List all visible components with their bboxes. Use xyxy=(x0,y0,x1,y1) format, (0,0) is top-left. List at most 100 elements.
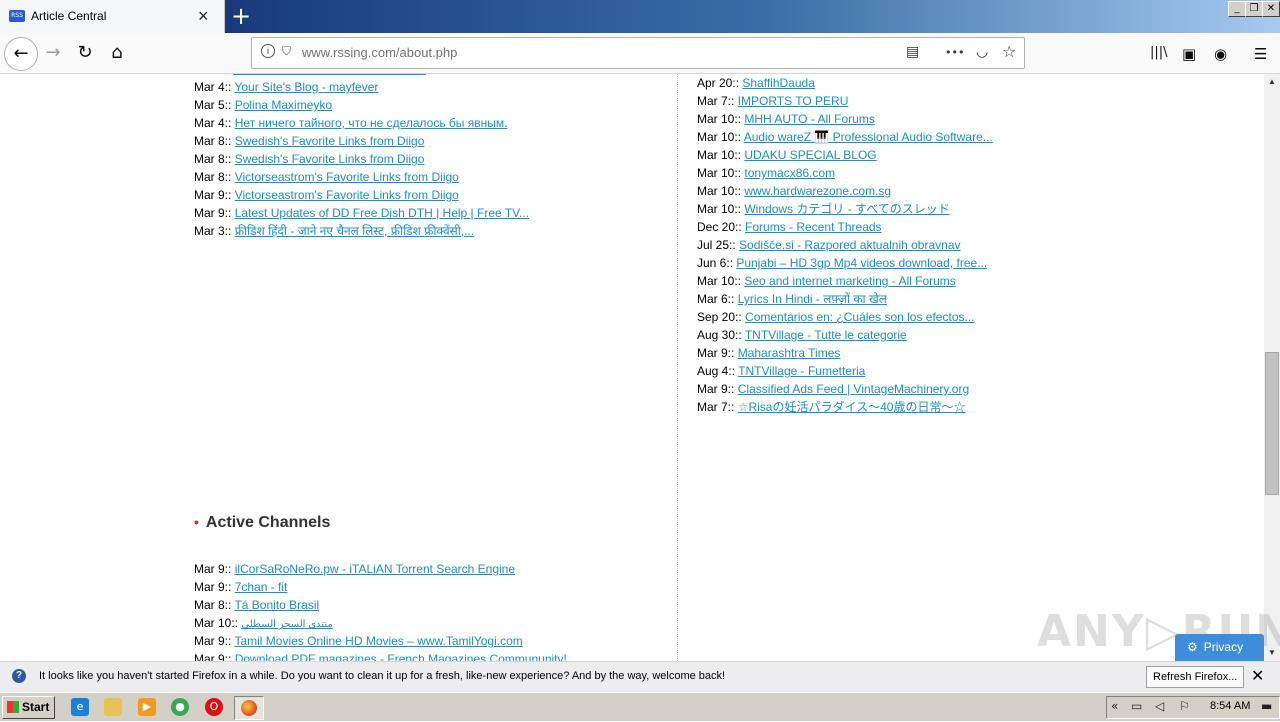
feed-date: Mar 3:: xyxy=(194,224,232,238)
feed-link[interactable]: Swedish's Favorite Links from Diigo xyxy=(235,152,425,166)
feed-link[interactable]: Windows カテゴリ - すべてのスレッド xyxy=(744,202,949,216)
url-text[interactable]: www.rssing.com/about.php xyxy=(302,45,457,60)
refresh-firefox-button[interactable]: Refresh Firefox... xyxy=(1146,666,1245,688)
sidebar-icon[interactable]: ▣ xyxy=(1182,45,1196,63)
reader-view-icon[interactable]: ▤ xyxy=(906,44,919,60)
list-item: Mar 10:: منتدى السحر السطلي xyxy=(194,614,567,632)
tracking-protection-icon[interactable]: ⛉ xyxy=(282,44,291,59)
feed-link[interactable]: منتدى السحر السطلي xyxy=(241,619,332,630)
action-center-flag-icon[interactable]: ⚐ xyxy=(1179,699,1190,713)
clipped-link-underline xyxy=(233,74,426,75)
left-feed-list: Mar 4:: Your Site's Blog - mayfever Mar … xyxy=(194,78,529,240)
bookmark-star-icon[interactable]: ☆ xyxy=(1002,42,1016,61)
ie-icon[interactable]: e xyxy=(71,698,89,716)
feed-link[interactable]: TNTVillage - Fumetteria xyxy=(738,364,865,378)
feed-link[interactable]: Sodišče.si - Razpored aktualnih obravnav xyxy=(739,238,960,252)
feed-link[interactable]: IMPORTS TO PERU xyxy=(738,94,849,108)
feed-link[interactable]: UDAKU SPECIAL BLOG xyxy=(744,148,876,162)
feed-link[interactable]: Download PDF magazines - French Magazine… xyxy=(235,652,567,661)
feed-date: Mar 9:: xyxy=(697,346,735,360)
feed-link[interactable]: Lyrics In Hindi - लफ़्ज़ों का खेल xyxy=(738,292,887,306)
privacy-button[interactable]: ⚙ Privacy xyxy=(1175,634,1264,661)
feed-link[interactable]: Polina Maximeyko xyxy=(235,98,332,112)
window-close-button[interactable]: ✕ xyxy=(1262,1,1280,17)
feed-link[interactable]: Swedish's Favorite Links from Diigo xyxy=(235,134,425,148)
volume-icon[interactable]: ◁ xyxy=(1155,699,1164,713)
chrome-icon[interactable]: ● xyxy=(171,698,189,716)
feed-date: Mar 5:: xyxy=(194,98,232,112)
library-icon[interactable]: |||\ xyxy=(1150,45,1168,60)
opera-icon[interactable]: O xyxy=(205,698,223,716)
tab-article-central[interactable]: RSS Article Central × xyxy=(0,0,225,33)
start-label: Start xyxy=(22,700,50,714)
feed-link[interactable]: फ्रीडिश हिंदी - जाने नए चैनल लिस्ट, फ्री… xyxy=(235,224,475,238)
list-item: Mar 6:: Lyrics In Hindi - लफ़्ज़ों का खे… xyxy=(697,290,993,308)
feed-link[interactable]: tonymacx86.com xyxy=(744,166,835,180)
right-feed-list: Apr 20:: ShaffihDauda Mar 7:: IMPORTS TO… xyxy=(697,74,993,416)
minimize-button[interactable]: _ xyxy=(1228,1,1246,17)
reload-button[interactable]: ↻ xyxy=(69,37,101,69)
forward-button[interactable]: → xyxy=(37,37,69,69)
feed-link[interactable]: Latest Updates of DD Free Dish DTH | Hel… xyxy=(235,206,529,220)
network-icon[interactable]: ▭ xyxy=(1131,699,1142,713)
feed-date: Mar 8:: xyxy=(194,170,232,184)
feed-link[interactable]: Classified Ads Feed | VintageMachinery.o… xyxy=(738,382,969,396)
list-item: Aug 30:: TNTVillage - Tutte le categorie xyxy=(697,326,993,344)
firefox-taskbar-button[interactable] xyxy=(234,696,264,720)
home-button[interactable]: ⌂ xyxy=(101,37,133,69)
feed-link[interactable]: Audio wareZ 🎹 Professional Audio Softwar… xyxy=(744,130,993,144)
feed-date: Mar 10:: xyxy=(697,112,742,126)
list-item: Mar 9:: Classified Ads Feed | VintageMac… xyxy=(697,380,993,398)
scroll-down-icon[interactable]: ▼ xyxy=(1264,645,1280,661)
start-button[interactable]: Start xyxy=(2,696,55,719)
media-player-icon[interactable]: ▶ xyxy=(138,698,156,716)
url-bar[interactable]: i ⛉ www.rssing.com/about.php ▤ ••• ◡ ☆ xyxy=(251,37,1025,69)
scroll-up-icon[interactable]: ▲ xyxy=(1264,74,1280,90)
restore-button[interactable]: ❐ xyxy=(1245,1,1263,17)
feed-link[interactable]: Maharashtra Times xyxy=(738,346,841,360)
menu-icon[interactable]: ☰ xyxy=(1254,45,1267,63)
feed-link[interactable]: Punjabi – HD 3gp Mp4 videos download, fr… xyxy=(736,256,987,270)
feed-link[interactable]: MHH AUTO - All Forums xyxy=(744,112,874,126)
list-item: Mar 4:: Нет ничего тайного, что не сдела… xyxy=(194,114,529,132)
feed-link[interactable]: Victorseastrom's Favorite Links from Dii… xyxy=(235,188,459,202)
back-button[interactable]: ← xyxy=(4,37,38,71)
account-icon[interactable]: ◉ xyxy=(1214,45,1227,63)
pocket-icon[interactable]: ◡ xyxy=(976,44,988,60)
feed-link[interactable]: Seo and internet marketing - All Forums xyxy=(744,274,955,288)
tray-expand-icon[interactable]: « xyxy=(1111,699,1118,713)
new-tab-button[interactable]: + xyxy=(228,2,254,30)
list-item: Dec 20:: Forums - Recent Threads xyxy=(697,218,993,236)
feed-link[interactable]: Tamil Movies Online HD Movies – www.Tami… xyxy=(234,634,522,648)
feed-date: Mar 8:: xyxy=(194,134,232,148)
feed-link[interactable]: Forums - Recent Threads xyxy=(745,220,882,234)
page-scrollbar[interactable]: ▲ ▼ xyxy=(1264,74,1280,661)
system-tray: « ▭ ◁ ⚐ 8:54 AM ▬ xyxy=(1106,696,1280,719)
feed-date: Apr 20:: xyxy=(697,76,740,90)
windows-logo-icon xyxy=(7,701,19,713)
list-item: Mar 8:: Tá Bonito Brasil xyxy=(194,596,567,614)
feed-link[interactable]: ShaffihDauda xyxy=(742,76,815,90)
feed-link[interactable]: ilCorSaRoNeRo.pw - iTALiAN Torrent Searc… xyxy=(235,562,515,576)
scrollbar-thumb[interactable] xyxy=(1265,352,1279,495)
notification-close-icon[interactable]: ✕ xyxy=(1251,666,1264,685)
feed-link[interactable]: www.hardwarezone.com.sg xyxy=(744,184,891,198)
feed-date: Mar 9:: xyxy=(697,382,735,396)
show-desktop-icon[interactable]: ▬ xyxy=(1261,699,1272,713)
feed-link[interactable]: TNTVillage - Tutte le categorie xyxy=(745,328,907,342)
feed-link[interactable]: 7chan - fit xyxy=(235,580,288,594)
explorer-folder-icon[interactable] xyxy=(104,698,122,716)
feed-link[interactable]: ☆Risaの妊活パラダイス～40歳の日常～☆ xyxy=(738,400,966,414)
list-item: Mar 10:: www.hardwarezone.com.sg xyxy=(697,182,993,200)
feed-link[interactable]: Comentarios en: ¿Cuáles son los efectos.… xyxy=(745,310,974,324)
page-actions-icon[interactable]: ••• xyxy=(945,46,964,59)
feed-link[interactable]: Tá Bonito Brasil xyxy=(234,598,319,612)
feed-link[interactable]: Нет ничего тайного, что не сделалось бы … xyxy=(235,116,508,130)
tab-close-icon[interactable]: × xyxy=(198,5,209,27)
feed-date: Dec 20:: xyxy=(697,220,742,234)
site-info-icon[interactable]: i xyxy=(261,44,275,58)
feed-date: Mar 9:: xyxy=(194,634,232,648)
feed-link[interactable]: Victorseastrom's Favorite Links from Dii… xyxy=(235,170,459,184)
feed-link[interactable]: Your Site's Blog - mayfever xyxy=(234,80,378,94)
feed-date: Mar 10:: xyxy=(697,166,742,180)
